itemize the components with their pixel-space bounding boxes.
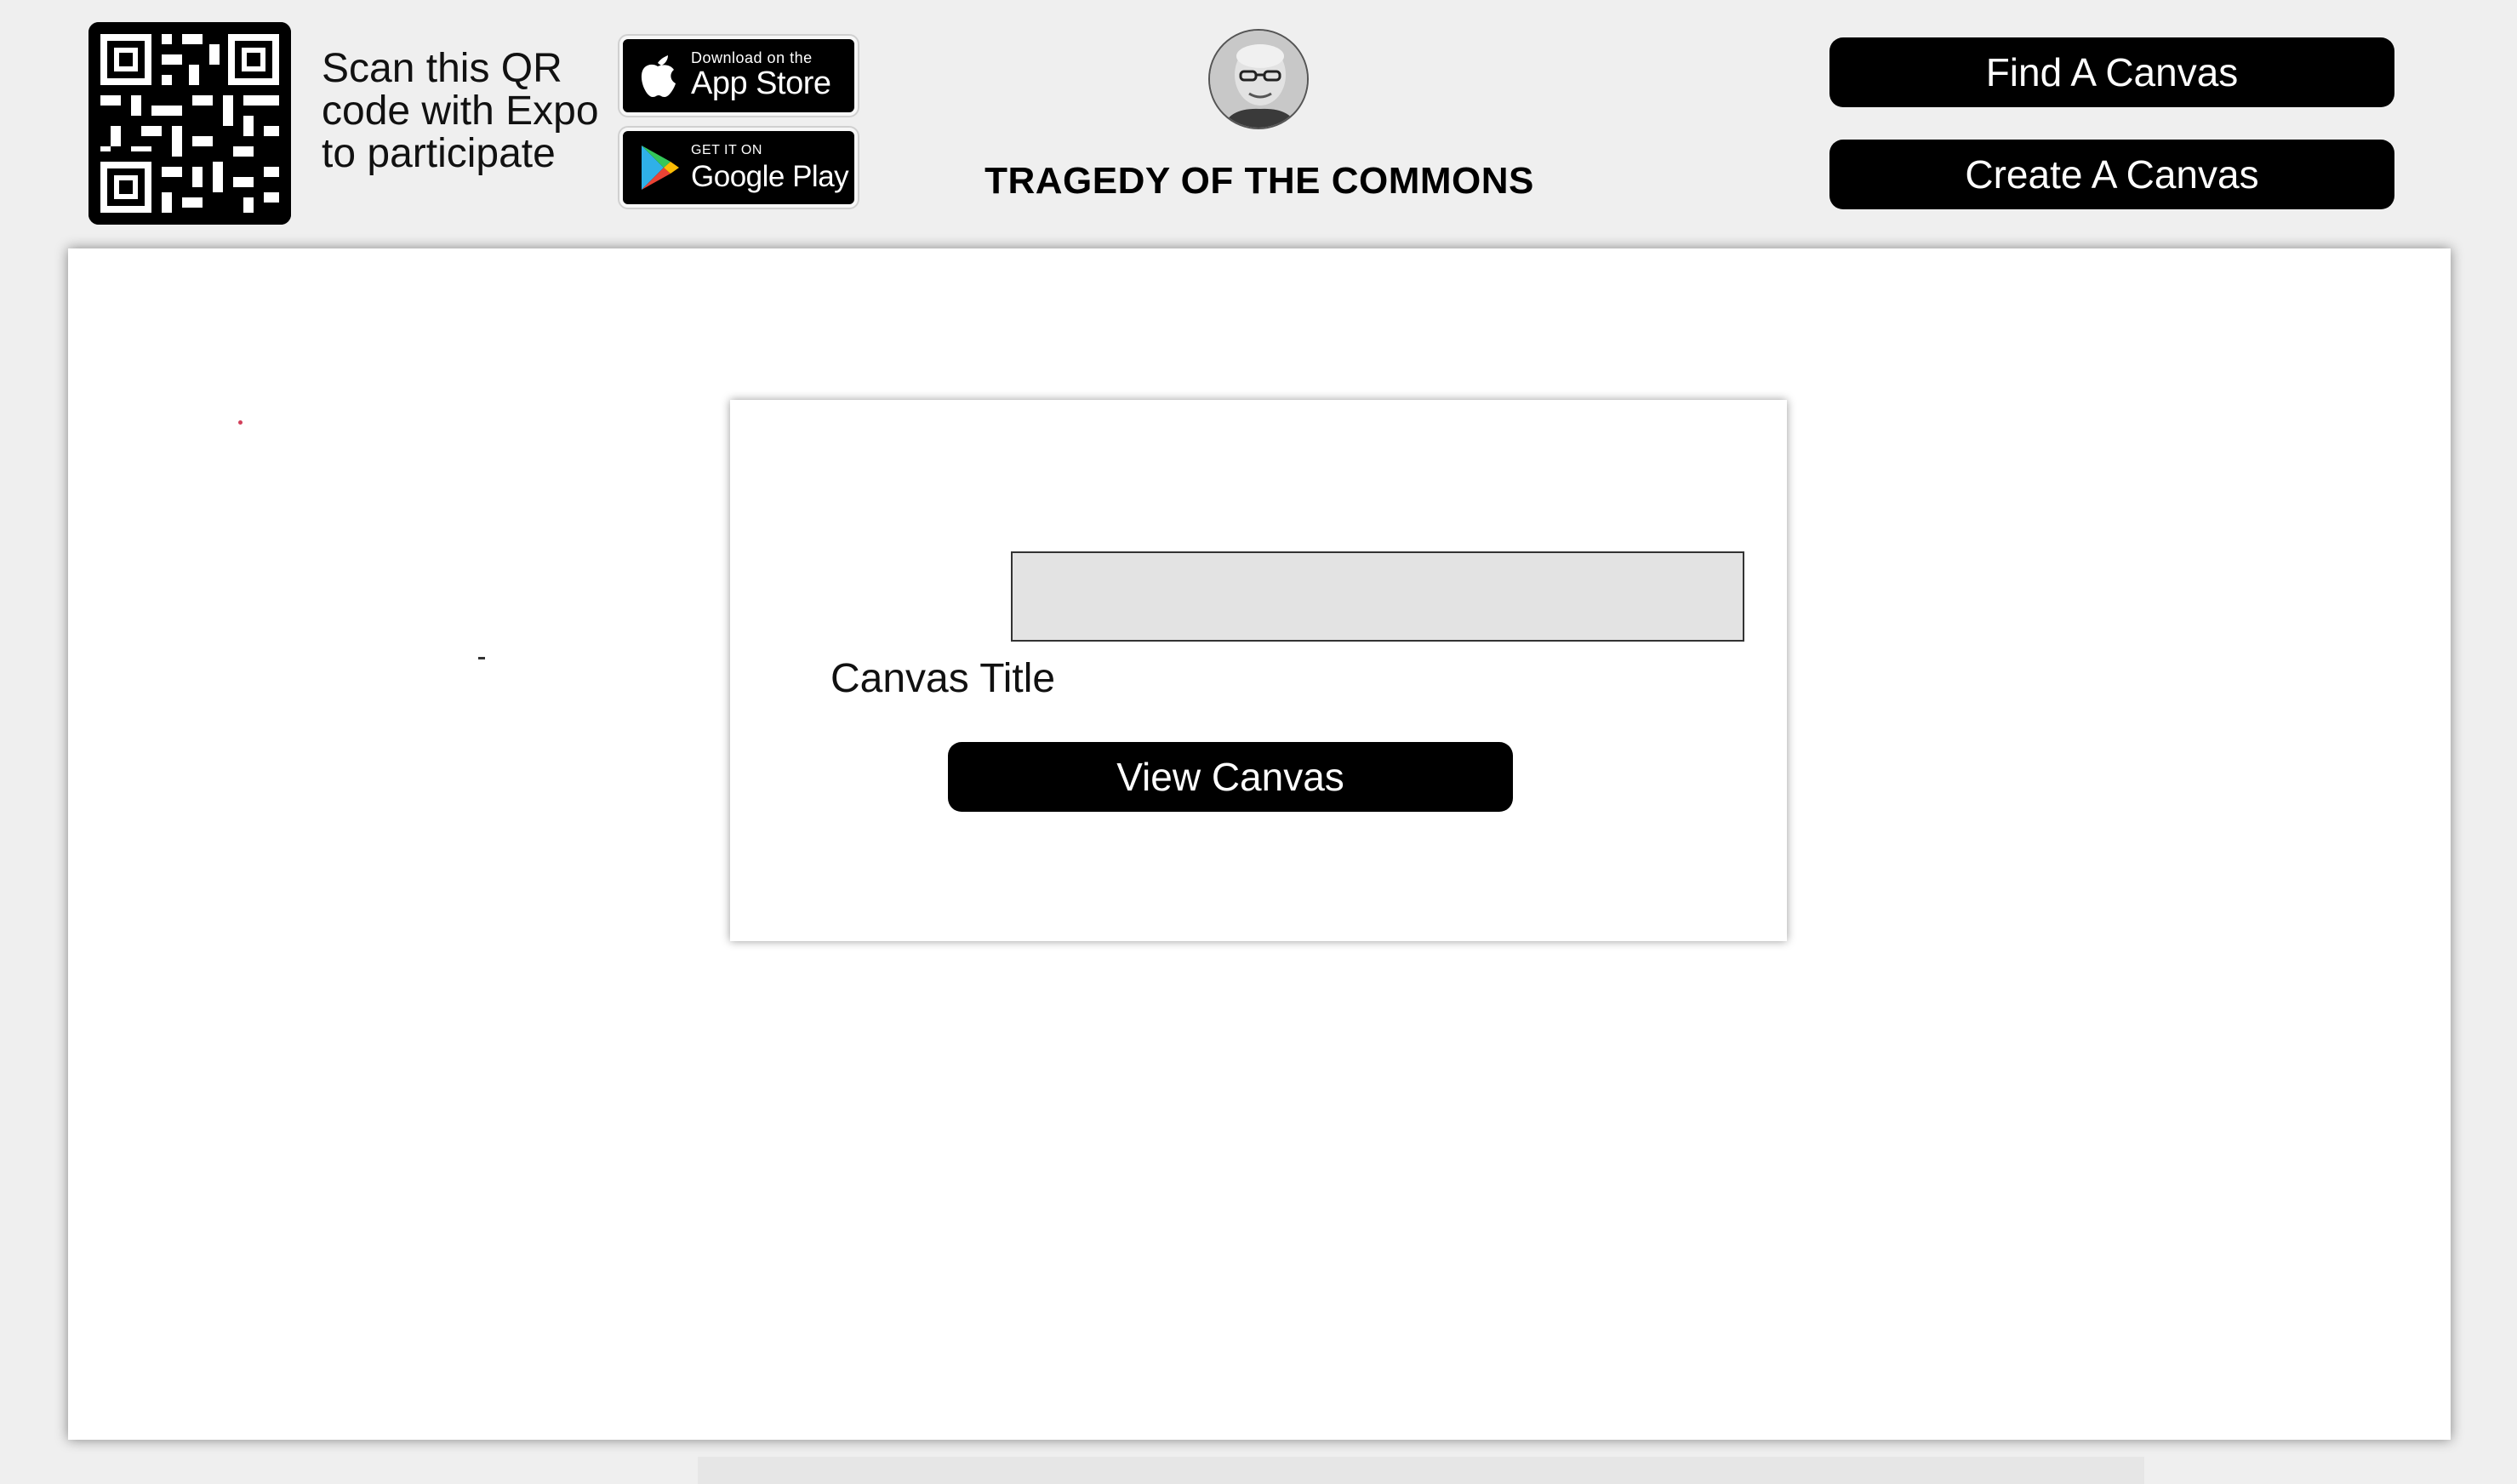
bottom-scrollbar[interactable] — [698, 1457, 2144, 1484]
create-canvas-button[interactable]: Create A Canvas — [1829, 140, 2394, 209]
canvas-pixel — [478, 657, 485, 659]
drawing-canvas[interactable]: Canvas Title — [68, 248, 2451, 1440]
qr-code-icon — [88, 22, 291, 225]
google-play-small-text: GET IT ON — [691, 143, 762, 157]
google-play-big-text: Google Play — [691, 160, 849, 193]
page-title: TRAGEDY OF THE COMMONS — [985, 160, 1534, 202]
canvas-title-label: Canvas Title — [830, 656, 1056, 701]
canvas-title-input[interactable] — [1011, 551, 1744, 642]
canvas-pixel — [238, 420, 243, 425]
view-canvas-button[interactable]: View Canvas — [948, 742, 1513, 812]
app-store-big-text: App Store — [691, 66, 831, 101]
find-canvas-dialog: Canvas Title — [730, 400, 1787, 941]
google-play-badge[interactable]: GET IT ON Google Play — [619, 128, 858, 208]
google-play-icon — [638, 143, 681, 197]
scan-instructions: Scan this QR code with Expo to participa… — [322, 46, 599, 176]
find-canvas-button[interactable]: Find A Canvas — [1829, 37, 2394, 107]
apple-icon — [638, 51, 677, 103]
app-store-badge[interactable]: Download on the App Store — [619, 36, 858, 116]
user-avatar — [1208, 29, 1309, 129]
